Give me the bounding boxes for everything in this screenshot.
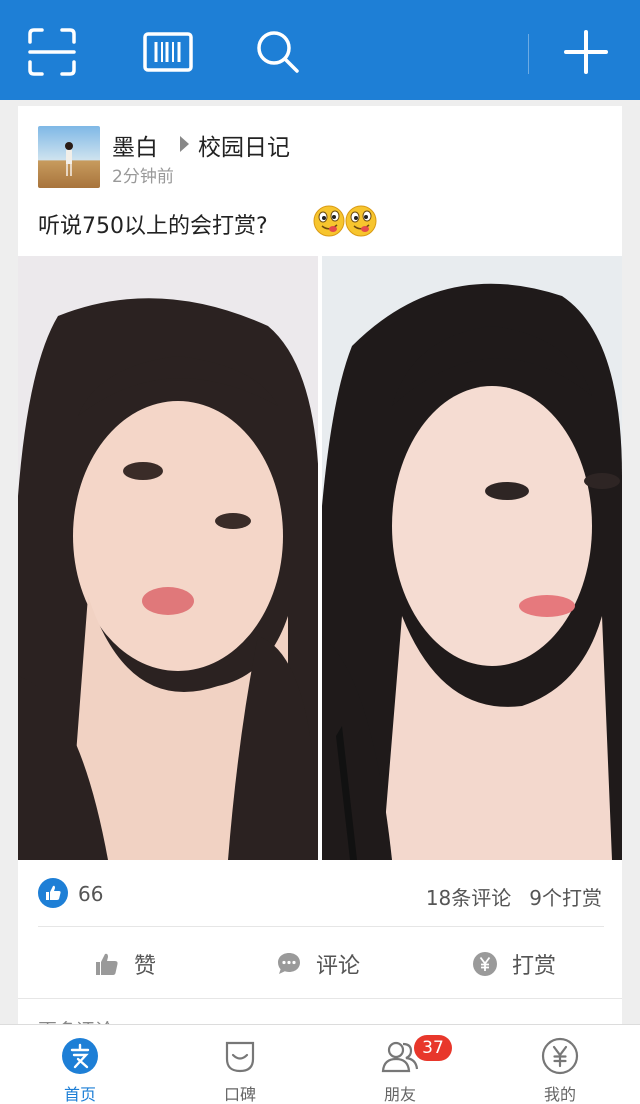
comment-bubble-icon bbox=[276, 951, 302, 977]
add-icon[interactable] bbox=[560, 26, 612, 78]
post-stats: 18条评论 9个打赏 bbox=[408, 882, 602, 911]
topic-link[interactable]: 校园日记 bbox=[198, 128, 290, 162]
tab-friends[interactable]: 37 朋友 bbox=[320, 1025, 480, 1104]
caret-right-icon bbox=[180, 136, 189, 152]
notification-badge: 37 bbox=[414, 1035, 452, 1061]
likes-count[interactable]: 66 bbox=[78, 882, 103, 906]
post-card: 墨白 校园日记 2分钟前 听说750以上的会打赏? 66 18条评论 9个打赏 … bbox=[18, 106, 622, 1104]
thumbs-up-icon[interactable] bbox=[38, 878, 68, 908]
toolbar-divider bbox=[528, 34, 529, 74]
post-photo[interactable] bbox=[18, 256, 318, 860]
friends-icon bbox=[381, 1037, 419, 1075]
thumbs-up-icon bbox=[94, 951, 120, 977]
reward-label: 打赏 bbox=[512, 954, 557, 979]
comment-button[interactable]: 评论 bbox=[276, 944, 360, 984]
tab-label: 我的 bbox=[543, 1085, 576, 1104]
home-icon bbox=[61, 1037, 99, 1075]
tab-home[interactable]: 首页 bbox=[0, 1025, 160, 1104]
yen-coin-icon bbox=[472, 951, 498, 977]
tab-me[interactable]: 我的 bbox=[480, 1025, 640, 1104]
top-toolbar bbox=[0, 0, 640, 100]
koubei-icon bbox=[221, 1037, 259, 1075]
comments-count[interactable]: 18条评论 bbox=[426, 886, 511, 910]
silly-face-emoji-icon bbox=[344, 204, 378, 238]
bottom-tab-bar: 首页 口碑 37 朋友 我的 bbox=[0, 1024, 640, 1104]
barcode-icon[interactable] bbox=[142, 26, 194, 78]
avatar[interactable] bbox=[38, 126, 100, 188]
tab-label: 口碑 bbox=[223, 1085, 256, 1104]
comment-label: 评论 bbox=[316, 954, 361, 979]
rewards-count[interactable]: 9个打赏 bbox=[529, 886, 602, 910]
post-photo[interactable] bbox=[322, 256, 622, 860]
reward-button[interactable]: 打赏 bbox=[472, 944, 556, 984]
like-label: 赞 bbox=[134, 954, 157, 979]
silly-face-emoji-icon bbox=[312, 204, 346, 238]
wallet-icon bbox=[541, 1037, 579, 1075]
search-icon[interactable] bbox=[252, 26, 304, 78]
divider bbox=[38, 926, 604, 927]
like-button[interactable]: 赞 bbox=[94, 944, 156, 984]
post-text: 听说750以上的会打赏? bbox=[38, 214, 268, 239]
tab-label: 朋友 bbox=[383, 1085, 416, 1104]
divider bbox=[18, 998, 622, 999]
tab-koubei[interactable]: 口碑 bbox=[160, 1025, 320, 1104]
username[interactable]: 墨白 bbox=[112, 128, 158, 162]
scan-icon[interactable] bbox=[26, 26, 78, 78]
tab-label: 首页 bbox=[63, 1085, 96, 1104]
post-time: 2分钟前 bbox=[112, 167, 174, 187]
